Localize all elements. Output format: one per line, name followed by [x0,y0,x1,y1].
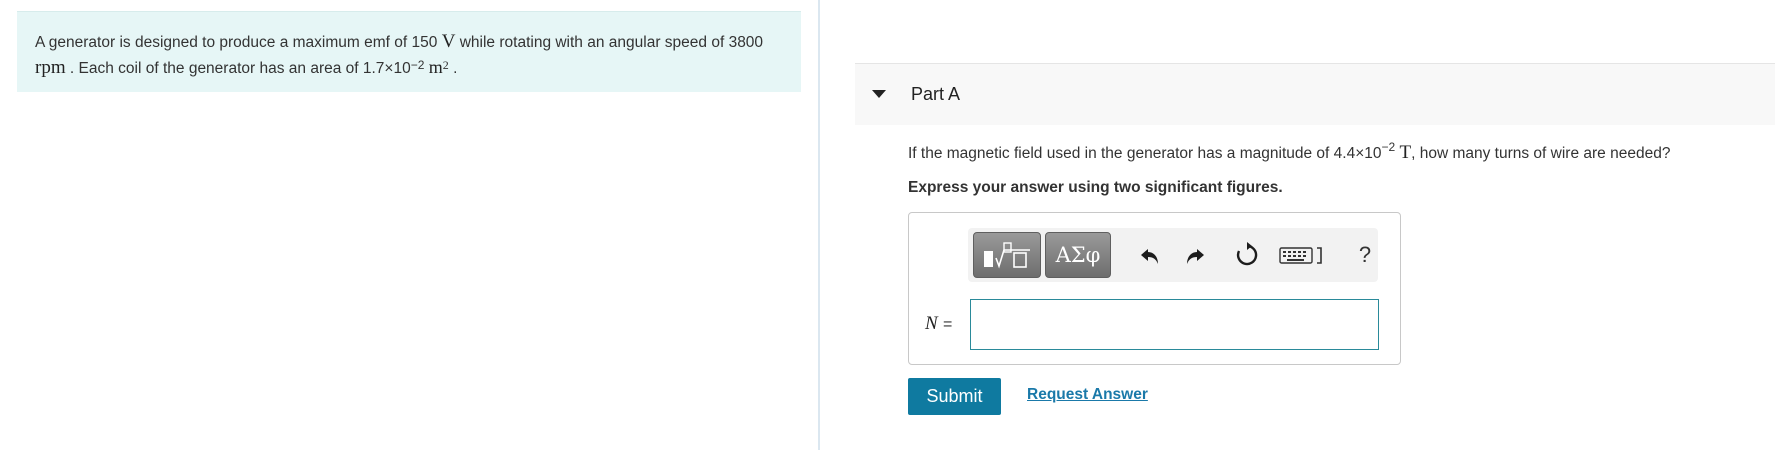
area-exponent: −2 [410,58,425,72]
templates-button[interactable] [973,232,1041,278]
part-a-header[interactable]: Part A [855,63,1775,125]
answer-instruction: Express your answer using two significan… [908,179,1283,196]
question-text: If the magnetic field used in the genera… [908,140,1671,164]
intro-text-4: . [453,60,458,77]
answer-variable-label: N = [925,313,952,335]
part-title: Part A [911,84,961,104]
field-unit: T [1399,142,1412,163]
answer-box: ΑΣφ ? N = [908,212,1401,365]
submit-button[interactable]: Submit [908,378,1001,415]
collapse-caret-icon[interactable] [872,90,886,98]
math-toolbar: ΑΣφ ? [968,228,1378,282]
variable-symbol: N [925,313,938,334]
symbols-button[interactable]: ΑΣφ [1045,232,1111,278]
answer-input[interactable] [970,299,1379,350]
help-icon[interactable]: ? [1348,238,1382,272]
speed-unit: rpm [35,57,66,78]
field-exponent: −2 [1381,140,1396,154]
problem-statement: A generator is designed to produce a max… [17,11,801,92]
templates-icon [984,242,1030,269]
area-unit-exponent: 2 [442,58,449,72]
request-answer-link[interactable]: Request Answer [1027,386,1148,404]
panel-divider [818,0,820,450]
keyboard-icon[interactable] [1278,238,1330,272]
intro-text-3: . Each coil of the generator has an area… [69,60,411,77]
intro-text-1: A generator is designed to produce a max… [35,34,438,51]
undo-icon[interactable] [1133,238,1167,272]
equals-sign: = [942,316,953,333]
question-text-2: , how many turns of wire are needed? [1411,145,1671,162]
question-text-1: If the magnetic field used in the genera… [908,145,1382,162]
area-unit: m [428,57,443,77]
reset-icon[interactable] [1230,238,1264,272]
redo-icon[interactable] [1178,238,1212,272]
intro-text-2: while rotating with an angular speed of … [459,34,764,51]
emf-unit: V [441,31,456,52]
